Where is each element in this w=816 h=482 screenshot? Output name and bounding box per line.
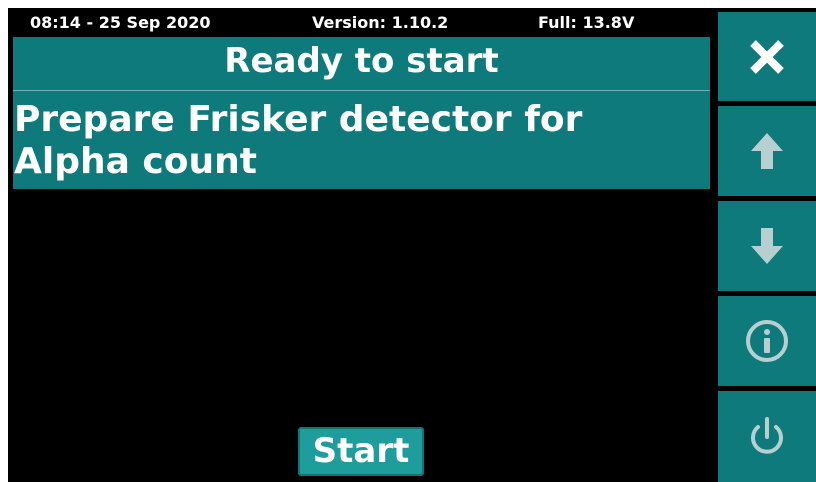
- scroll-up-button[interactable]: [718, 106, 816, 196]
- instruction-message: Prepare Frisker detector for Alpha count: [14, 99, 704, 183]
- info-button[interactable]: [718, 296, 816, 386]
- close-button[interactable]: [718, 12, 816, 101]
- scroll-down-button[interactable]: [718, 201, 816, 291]
- instruction-line-1: Prepare Frisker detector for: [14, 99, 583, 140]
- power-button[interactable]: [718, 391, 816, 482]
- info-icon: [746, 320, 788, 362]
- arrow-down-icon: [751, 228, 783, 264]
- close-icon: [750, 39, 784, 74]
- status-bar: 08:14 - 25 Sep 2020 Version: 1.10.2 Full…: [8, 8, 720, 36]
- status-power: Full: 13.8V: [538, 13, 635, 32]
- arrow-up-icon: [751, 133, 783, 169]
- status-time: 08:14 - 25 Sep 2020: [30, 13, 211, 32]
- page-title: Ready to start: [224, 41, 499, 81]
- start-button[interactable]: Start: [298, 427, 424, 476]
- device-screen: 08:14 - 25 Sep 2020 Version: 1.10.2 Full…: [8, 8, 816, 482]
- power-icon: [751, 416, 783, 454]
- status-version: Version: 1.10.2: [312, 13, 449, 32]
- message-panel: Prepare Frisker detector for Alpha count: [13, 91, 710, 189]
- instruction-line-2: Alpha count: [14, 141, 257, 182]
- header-bar: Ready to start: [13, 37, 710, 91]
